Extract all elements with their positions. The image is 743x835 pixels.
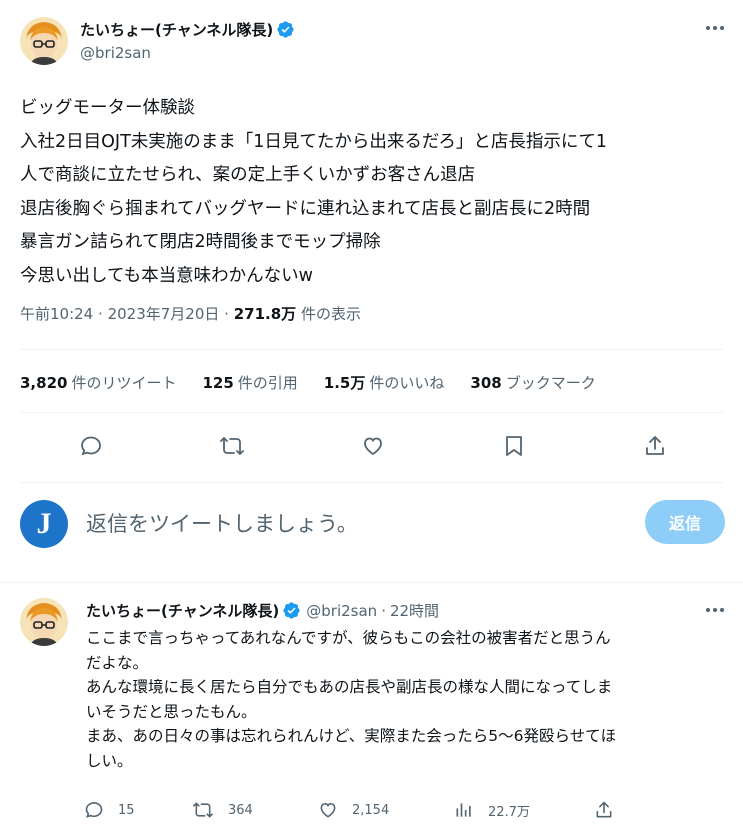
reply-line: ここまで言っちゃってあれなんですが、彼らもこの会社の被害者だと思うん xyxy=(86,629,611,647)
like-icon xyxy=(320,802,336,818)
divider xyxy=(20,349,723,350)
reply-icon[interactable] xyxy=(73,428,109,464)
tweet-date[interactable]: 2023年7月20日 xyxy=(108,305,220,323)
avatar-letter: J xyxy=(36,507,52,540)
tweet-text: ビッグモーター体験談 入社2日目OJT未実施のまま「1日見てたから出来るだろ」と… xyxy=(20,92,725,293)
reply-retweet-button[interactable]: 364 xyxy=(192,800,253,820)
stat-bookmarks[interactable]: 308 ブックマーク xyxy=(470,372,595,393)
reply-author-name[interactable]: たいちょー(チャンネル隊長) xyxy=(86,600,279,621)
like-icon[interactable] xyxy=(355,428,391,464)
stat-count: 308 xyxy=(470,374,502,392)
reply-input[interactable]: 返信をツイートしましょう。 xyxy=(86,508,358,538)
tweet-time[interactable]: 午前10:24 xyxy=(20,305,93,323)
reply-author-row: たいちょー(チャンネル隊長) @bri2san · 22時間 xyxy=(86,600,439,621)
tweet-line: 入社2日目OJT未実施のまま「1日見てたから出来るだろ」と店長指示にて1 xyxy=(20,131,607,152)
more-icon[interactable] xyxy=(705,600,725,620)
reply-like-button[interactable]: 2,154 xyxy=(318,800,389,820)
reply-line: あんな環境に長く居たら自分でもあの店長や副店長の様な人間になってしま xyxy=(86,678,613,696)
views-count-reply: 22.7万 xyxy=(488,804,530,820)
reply-separator: · xyxy=(381,601,386,620)
author-handle[interactable]: @bri2san xyxy=(80,44,151,62)
tweet-line: 退店後胸ぐら掴まれてバッグヤードに連れ込まれて店長と副店長に2時間 xyxy=(20,198,591,219)
meta-separator: · xyxy=(224,305,229,323)
stat-retweets[interactable]: 3,820 件のリツイート xyxy=(20,372,176,393)
views-label: 件の表示 xyxy=(300,305,361,323)
bookmark-icon[interactable] xyxy=(496,428,532,464)
reply-button[interactable]: 返信 xyxy=(645,500,725,544)
retweet-count: 364 xyxy=(228,802,253,818)
reply-share-button[interactable] xyxy=(594,800,628,820)
author-name-row: たいちょー(チャンネル隊長) xyxy=(80,19,295,40)
views-icon xyxy=(456,803,471,817)
stat-count: 3,820 xyxy=(20,374,68,392)
retweet-icon[interactable] xyxy=(214,428,250,464)
views-count: 271.8万 xyxy=(233,305,297,323)
reply-icon xyxy=(85,802,103,818)
verified-badge-icon xyxy=(276,20,295,39)
reply-actions: 15 364 2,154 22.7万 xyxy=(0,796,743,826)
reply-author-avatar[interactable] xyxy=(20,598,68,646)
share-icon xyxy=(596,801,612,818)
share-icon[interactable] xyxy=(637,428,673,464)
reply-views-button[interactable]: 22.7万 xyxy=(454,800,530,820)
stat-label: 件のリツイート xyxy=(71,374,177,392)
engagement-stats: 3,820 件のリツイート 125 件の引用 1.5万 件のいいね 308 ブックマーク xyxy=(20,372,622,393)
stat-label: 件の引用 xyxy=(237,374,298,392)
stat-likes[interactable]: 1.5万 件のいいね xyxy=(324,372,445,393)
reply-count: 15 xyxy=(118,802,135,818)
verified-badge-icon xyxy=(282,601,301,620)
reply-line: まあ、あの日々の事は忘れられんけど、実際また会ったら5〜6発殴らせてほ xyxy=(86,727,617,745)
like-count: 2,154 xyxy=(352,802,390,818)
more-icon[interactable] xyxy=(705,18,725,38)
stat-label: 件のいいね xyxy=(369,374,445,392)
reply-line: しい。 xyxy=(86,751,133,770)
tweet-line: 暴言ガン詰られて閉店2時間後までモップ掃除 xyxy=(20,232,381,252)
divider xyxy=(20,482,723,483)
stat-count: 1.5万 xyxy=(323,374,366,392)
author-avatar[interactable] xyxy=(20,17,68,65)
tweet-actions xyxy=(0,428,743,464)
divider xyxy=(0,582,743,583)
retweet-icon xyxy=(193,802,213,818)
tweet-line: 今思い出しても本当意味わかんないw xyxy=(20,265,313,286)
divider xyxy=(20,412,723,413)
author-name[interactable]: たいちょー(チャンネル隊長) xyxy=(80,19,273,40)
user-avatar[interactable]: J xyxy=(20,500,68,548)
reply-reply-button[interactable]: 15 xyxy=(84,800,135,820)
reply-line: だよな。 xyxy=(86,653,149,672)
reply-author-handle[interactable]: @bri2san xyxy=(306,602,377,620)
stat-label: ブックマーク xyxy=(505,374,596,392)
tweet-meta: 午前10:24 · 2023年7月20日 · 271.8万 件の表示 xyxy=(20,303,361,324)
reply-line: いそうだと思ったもん。 xyxy=(86,702,257,721)
tweet-line: ビッグモーター体験談 xyxy=(20,98,195,118)
stat-count: 125 xyxy=(202,374,234,392)
reply-text: ここまで言っちゃってあれなんですが、彼らもこの会社の被害者だと思うん だよな。 … xyxy=(86,626,726,773)
tweet-line: 人で商談に立たせられ、案の定上手くいかずお客さん退店 xyxy=(20,165,476,185)
stat-quotes[interactable]: 125 件の引用 xyxy=(202,372,297,393)
reply-time[interactable]: 22時間 xyxy=(390,600,439,621)
meta-separator: · xyxy=(98,305,103,323)
